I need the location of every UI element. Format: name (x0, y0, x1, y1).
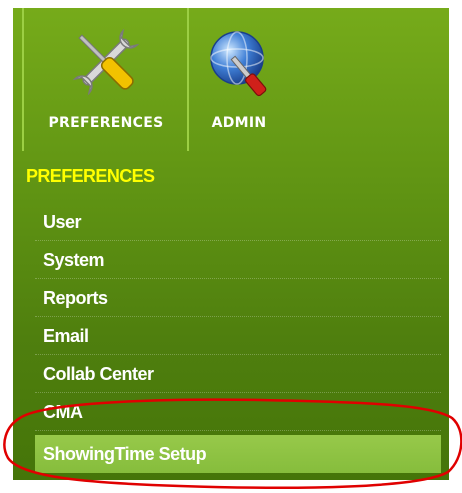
preferences-panel: PREFERENCES ADMIN PREFERENCES User Syste… (13, 8, 449, 480)
admin-tool-label: ADMIN (211, 115, 267, 131)
toolbar: PREFERENCES ADMIN (13, 8, 449, 151)
preferences-menu: User System Reports Email Collab Center … (35, 203, 441, 473)
section-title: PREFERENCES (26, 166, 155, 186)
preferences-tool-label: PREFERENCES (48, 115, 164, 131)
menu-item-collab-center[interactable]: Collab Center (35, 355, 441, 393)
menu-item-system[interactable]: System (35, 241, 441, 279)
menu-item-showingtime-setup[interactable]: ShowingTime Setup (35, 435, 441, 473)
preferences-tool-button[interactable]: PREFERENCES (22, 8, 188, 151)
menu-item-email[interactable]: Email (35, 317, 441, 355)
admin-globe-icon (210, 31, 267, 97)
admin-tool-button[interactable]: ADMIN (187, 8, 289, 151)
menu-item-reports[interactable]: Reports (35, 279, 441, 317)
tools-icon (72, 28, 140, 96)
menu-item-cma[interactable]: CMA (35, 393, 441, 431)
menu-item-user[interactable]: User (35, 203, 441, 241)
